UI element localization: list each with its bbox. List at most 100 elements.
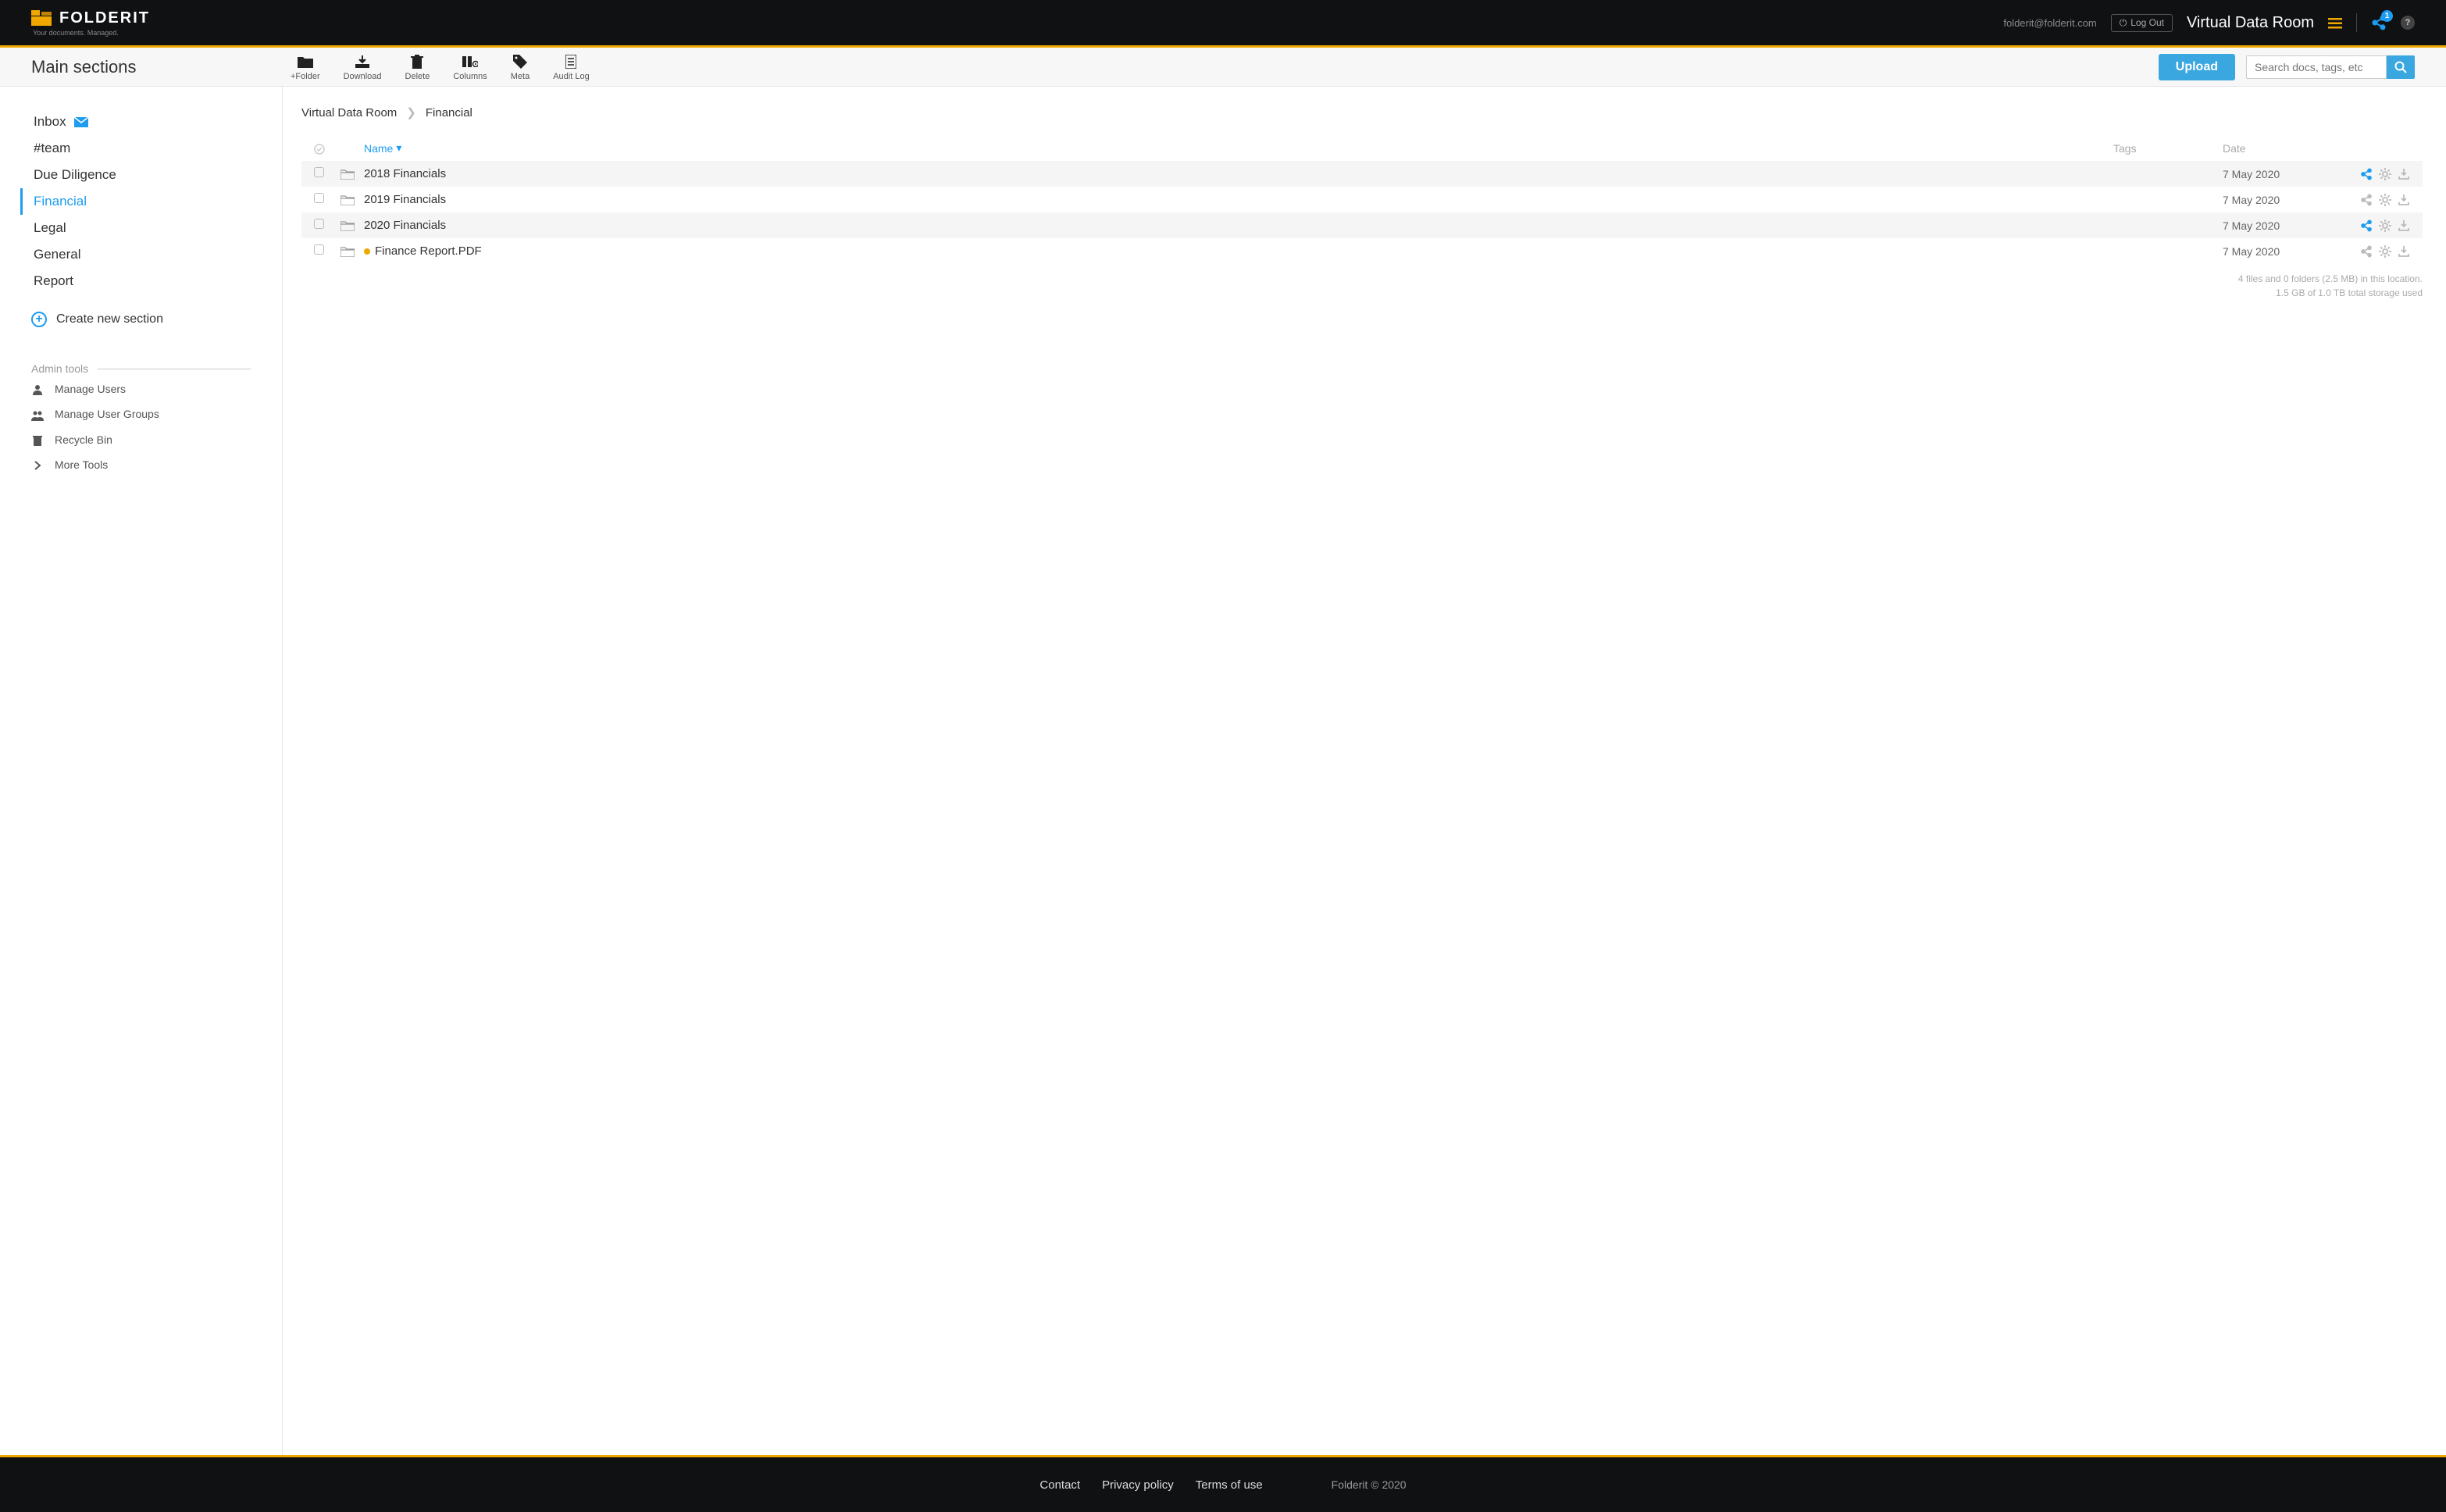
columns-button[interactable]: Columns	[453, 53, 487, 81]
row-date: 7 May 2020	[2223, 168, 2332, 180]
chevron-right-icon: ❯	[406, 105, 416, 119]
folder-icon	[341, 244, 364, 258]
footer-contact[interactable]: Contact	[1039, 1478, 1080, 1492]
columns-icon	[462, 53, 478, 70]
admin-tools-header: Admin tools	[31, 362, 251, 375]
admin-item-manage-users[interactable]: Manage Users	[31, 378, 251, 400]
download-icon	[355, 53, 369, 70]
row-checkbox[interactable]	[314, 193, 324, 203]
folder-icon	[341, 193, 364, 206]
row-checkbox[interactable]	[314, 219, 324, 229]
share-header-icon[interactable]: 1	[2371, 15, 2387, 30]
table-row[interactable]: 2018 Financials7 May 2020	[301, 161, 2423, 187]
upload-button[interactable]: Upload	[2159, 54, 2235, 80]
folder-icon	[298, 53, 313, 70]
share-icon[interactable]	[2360, 219, 2373, 232]
row-name-label: Finance Report.PDF	[375, 244, 482, 258]
sidebar-item-inbox[interactable]: Inbox	[20, 109, 251, 135]
row-date: 7 May 2020	[2223, 245, 2332, 258]
share-icon[interactable]	[2360, 244, 2373, 258]
admin-item-more-tools[interactable]: More Tools	[31, 454, 251, 476]
hamburger-icon[interactable]	[2328, 15, 2342, 31]
admin-item-label: Manage Users	[55, 383, 126, 395]
sidebar-item-general[interactable]: General	[20, 241, 251, 268]
sidebar-item-duediligence[interactable]: Due Diligence	[20, 162, 251, 188]
download-icon[interactable]	[2398, 193, 2410, 206]
logo-tagline: Your documents. Managed.	[33, 29, 150, 37]
download-icon[interactable]	[2398, 167, 2410, 180]
share-badge: 1	[2381, 10, 2393, 22]
plus-circle-icon: +	[31, 312, 47, 327]
sidebar-item-report[interactable]: Report	[20, 268, 251, 294]
page-title: Main sections	[31, 57, 283, 77]
table-row[interactable]: Finance Report.PDF 7 May 2020	[301, 238, 2423, 264]
sidebar-item-team[interactable]: #team	[20, 135, 251, 162]
gear-icon[interactable]	[2379, 219, 2391, 232]
admin-item-label: Recycle Bin	[55, 433, 112, 446]
table-header: Name ▾ Tags Date	[301, 135, 2423, 161]
footer: Contact Privacy policy Terms of use Fold…	[0, 1457, 2446, 1512]
admin-item-manage-user-groups[interactable]: Manage User Groups	[31, 403, 251, 425]
tag-icon	[513, 53, 527, 70]
logout-button[interactable]: ⏻ Log Out	[2111, 14, 2173, 32]
search-icon	[2394, 61, 2407, 73]
sidebar-item-label: Financial	[34, 194, 87, 209]
help-icon[interactable]: ?	[2401, 16, 2415, 30]
footer-terms[interactable]: Terms of use	[1196, 1478, 1263, 1492]
table-row[interactable]: 2019 Financials 7 May 2020	[301, 187, 2423, 212]
audit-log-button[interactable]: Audit Log	[553, 53, 589, 81]
share-icon[interactable]	[2360, 193, 2373, 206]
create-section-label: Create new section	[56, 312, 163, 326]
row-name-label: 2020 Financials	[364, 219, 446, 232]
folder-icon	[341, 167, 364, 180]
select-all-checkbox[interactable]	[314, 141, 325, 154]
meta-button[interactable]: Meta	[511, 53, 529, 81]
delete-button[interactable]: Delete	[405, 53, 430, 81]
row-checkbox[interactable]	[314, 244, 324, 255]
create-section-button[interactable]: + Create new section	[31, 312, 251, 327]
footer-copyright: Folderit © 2020	[1332, 1478, 1407, 1491]
chevron-icon	[31, 458, 44, 471]
sidebar-item-legal[interactable]: Legal	[20, 215, 251, 241]
admin-item-recycle-bin[interactable]: Recycle Bin	[31, 429, 251, 451]
trash-icon	[31, 433, 44, 446]
room-title: Virtual Data Room	[2187, 14, 2314, 32]
column-tags[interactable]: Tags	[2113, 142, 2223, 155]
download-icon[interactable]	[2398, 219, 2410, 232]
search-button[interactable]	[2387, 55, 2415, 79]
list-icon	[565, 53, 576, 70]
row-checkbox[interactable]	[314, 167, 324, 177]
top-header: FOLDERIT Your documents. Managed. folder…	[0, 0, 2446, 45]
gear-icon[interactable]	[2379, 167, 2391, 180]
status-dot-icon	[364, 248, 370, 255]
sidebar-item-financial[interactable]: Financial	[20, 188, 251, 215]
gear-icon[interactable]	[2379, 193, 2391, 206]
sidebar-item-label: General	[34, 247, 80, 262]
breadcrumb: Virtual Data Room ❯ Financial	[301, 105, 2423, 119]
search-input[interactable]	[2246, 55, 2387, 79]
download-button[interactable]: Download	[344, 53, 382, 81]
column-name[interactable]: Name ▾	[364, 141, 2113, 155]
logo[interactable]: FOLDERIT Your documents. Managed.	[31, 9, 150, 37]
column-date[interactable]: Date	[2223, 142, 2332, 155]
share-icon[interactable]	[2360, 167, 2373, 180]
storage-info: 4 files and 0 folders (2.5 MB) in this l…	[301, 272, 2423, 300]
sidebar-item-label: Inbox	[34, 114, 66, 130]
users-icon	[31, 408, 44, 420]
gear-icon[interactable]	[2379, 244, 2391, 258]
header-divider	[2356, 13, 2357, 32]
admin-item-label: More Tools	[55, 458, 108, 471]
footer-privacy[interactable]: Privacy policy	[1102, 1478, 1174, 1492]
logo-text: FOLDERIT	[59, 9, 150, 27]
download-icon[interactable]	[2398, 244, 2410, 258]
user-icon	[31, 383, 44, 395]
row-name-label: 2019 Financials	[364, 193, 446, 206]
table-row[interactable]: 2020 Financials7 May 2020	[301, 212, 2423, 238]
folder-logo-icon	[31, 10, 52, 26]
sort-down-icon: ▾	[396, 141, 401, 155]
trash-icon	[411, 53, 423, 70]
row-date: 7 May 2020	[2223, 194, 2332, 206]
breadcrumb-root[interactable]: Virtual Data Room	[301, 106, 397, 119]
toolbar: Main sections +Folder Download Delete Co…	[0, 48, 2446, 87]
new-folder-button[interactable]: +Folder	[291, 53, 320, 81]
